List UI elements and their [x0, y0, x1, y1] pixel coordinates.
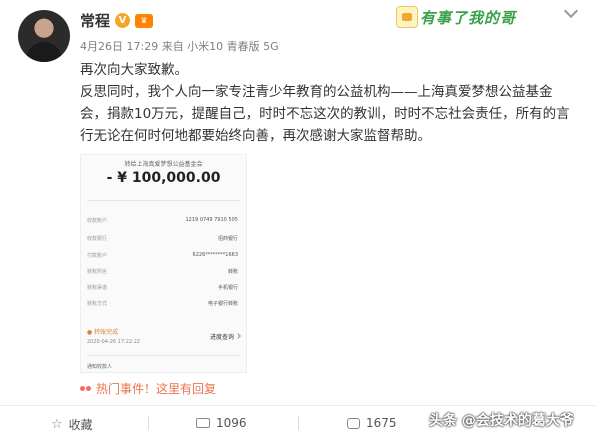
avatar[interactable]	[18, 10, 70, 62]
action-separator	[298, 416, 299, 430]
receipt-row-key: 收款银行	[87, 236, 108, 242]
post-meta: 4月26日 17:29 来自 小米10 青春版 5G	[80, 40, 279, 53]
receipt-row: 转账方式 电子银行转账	[87, 300, 238, 308]
receipt-row: 转账渠道 手机银行	[87, 284, 238, 292]
username-row: 常程 V ♛	[80, 10, 154, 31]
receipt-row-value: 1219 0749 7910 505	[185, 217, 239, 223]
receipt-row-key: 收款账户	[87, 218, 108, 224]
receipt-row: 收款账户 1219 0749 7910 505	[87, 217, 238, 225]
receipt-progress-link: 进度查询	[209, 334, 234, 341]
comment-icon	[347, 417, 360, 429]
username[interactable]: 常程	[80, 10, 110, 31]
sticker-text: 有事了我的哥	[420, 8, 517, 27]
favorite-label: 收藏	[68, 418, 93, 432]
receipt-status-date: 2020-04-26 17:22:22	[87, 339, 141, 345]
comment-count: 1675	[366, 416, 397, 430]
action-bar-divider	[0, 405, 596, 406]
receipt-row-value: 6226********1663	[192, 252, 238, 258]
receipt-row-value: 转账	[227, 269, 238, 275]
hot-event-text: 热门事件！这里有回复	[96, 382, 217, 396]
receipt-row-value: 招商银行	[217, 236, 238, 242]
receipt-row-key: 转账方式	[87, 301, 108, 307]
vip-icon: ♛	[135, 13, 154, 28]
repost-count: 1096	[216, 416, 247, 430]
star-icon: ☆	[51, 417, 63, 432]
favorite-button[interactable]: ☆ 收藏	[51, 416, 93, 433]
verified-icon: V	[115, 13, 131, 28]
receipt-amount: - ¥ 100,000.00	[106, 170, 221, 186]
comment-button[interactable]: 1675	[347, 416, 397, 430]
sticker-icon	[396, 6, 418, 28]
receipt-divider	[87, 200, 240, 201]
receipt-divider	[87, 355, 240, 356]
receipt-row: 转账附言 转账	[87, 268, 238, 276]
receipt-row-key: 转账渠道	[87, 285, 108, 291]
receipt-row-value: 电子银行转账	[207, 301, 238, 307]
repost-icon	[196, 418, 210, 428]
receipt-status: ● 转账完成	[87, 329, 119, 336]
post-text-line2: 反思同时，我个人向一家专注青少年教育的公益机构——上海真爱梦想公益基金会，捐款1…	[80, 84, 570, 144]
hot-event-icon	[80, 383, 92, 395]
receipt-row-key: 转账附言	[87, 269, 108, 275]
hot-event-link[interactable]: 热门事件！这里有回复	[80, 380, 216, 397]
watermark-text: 头条 @会技术的葛大爷	[429, 413, 574, 429]
transfer-receipt-image[interactable]: 转给上海真爱梦想公益基金会 - ¥ 100,000.00 收款账户 1219 0…	[80, 154, 247, 373]
receipt-notify: 通知收款人	[87, 364, 113, 370]
receipt-title: 转给上海真爱梦想公益基金会	[124, 161, 203, 168]
post-text-line1: 再次向大家致歉。	[80, 62, 188, 78]
action-separator	[148, 416, 149, 430]
receipt-row: 付款账户 6226********1663	[87, 252, 238, 260]
receipt-row-value: 手机银行	[217, 285, 238, 291]
chevron-down-icon[interactable]	[563, 3, 579, 19]
repost-button[interactable]: 1096	[196, 416, 247, 430]
chevron-right-icon	[235, 333, 241, 339]
receipt-row: 收款银行 招商银行	[87, 235, 238, 243]
card-sticker[interactable]: 有事了我的哥	[396, 2, 554, 32]
receipt-row-key: 付款账户	[87, 253, 108, 259]
